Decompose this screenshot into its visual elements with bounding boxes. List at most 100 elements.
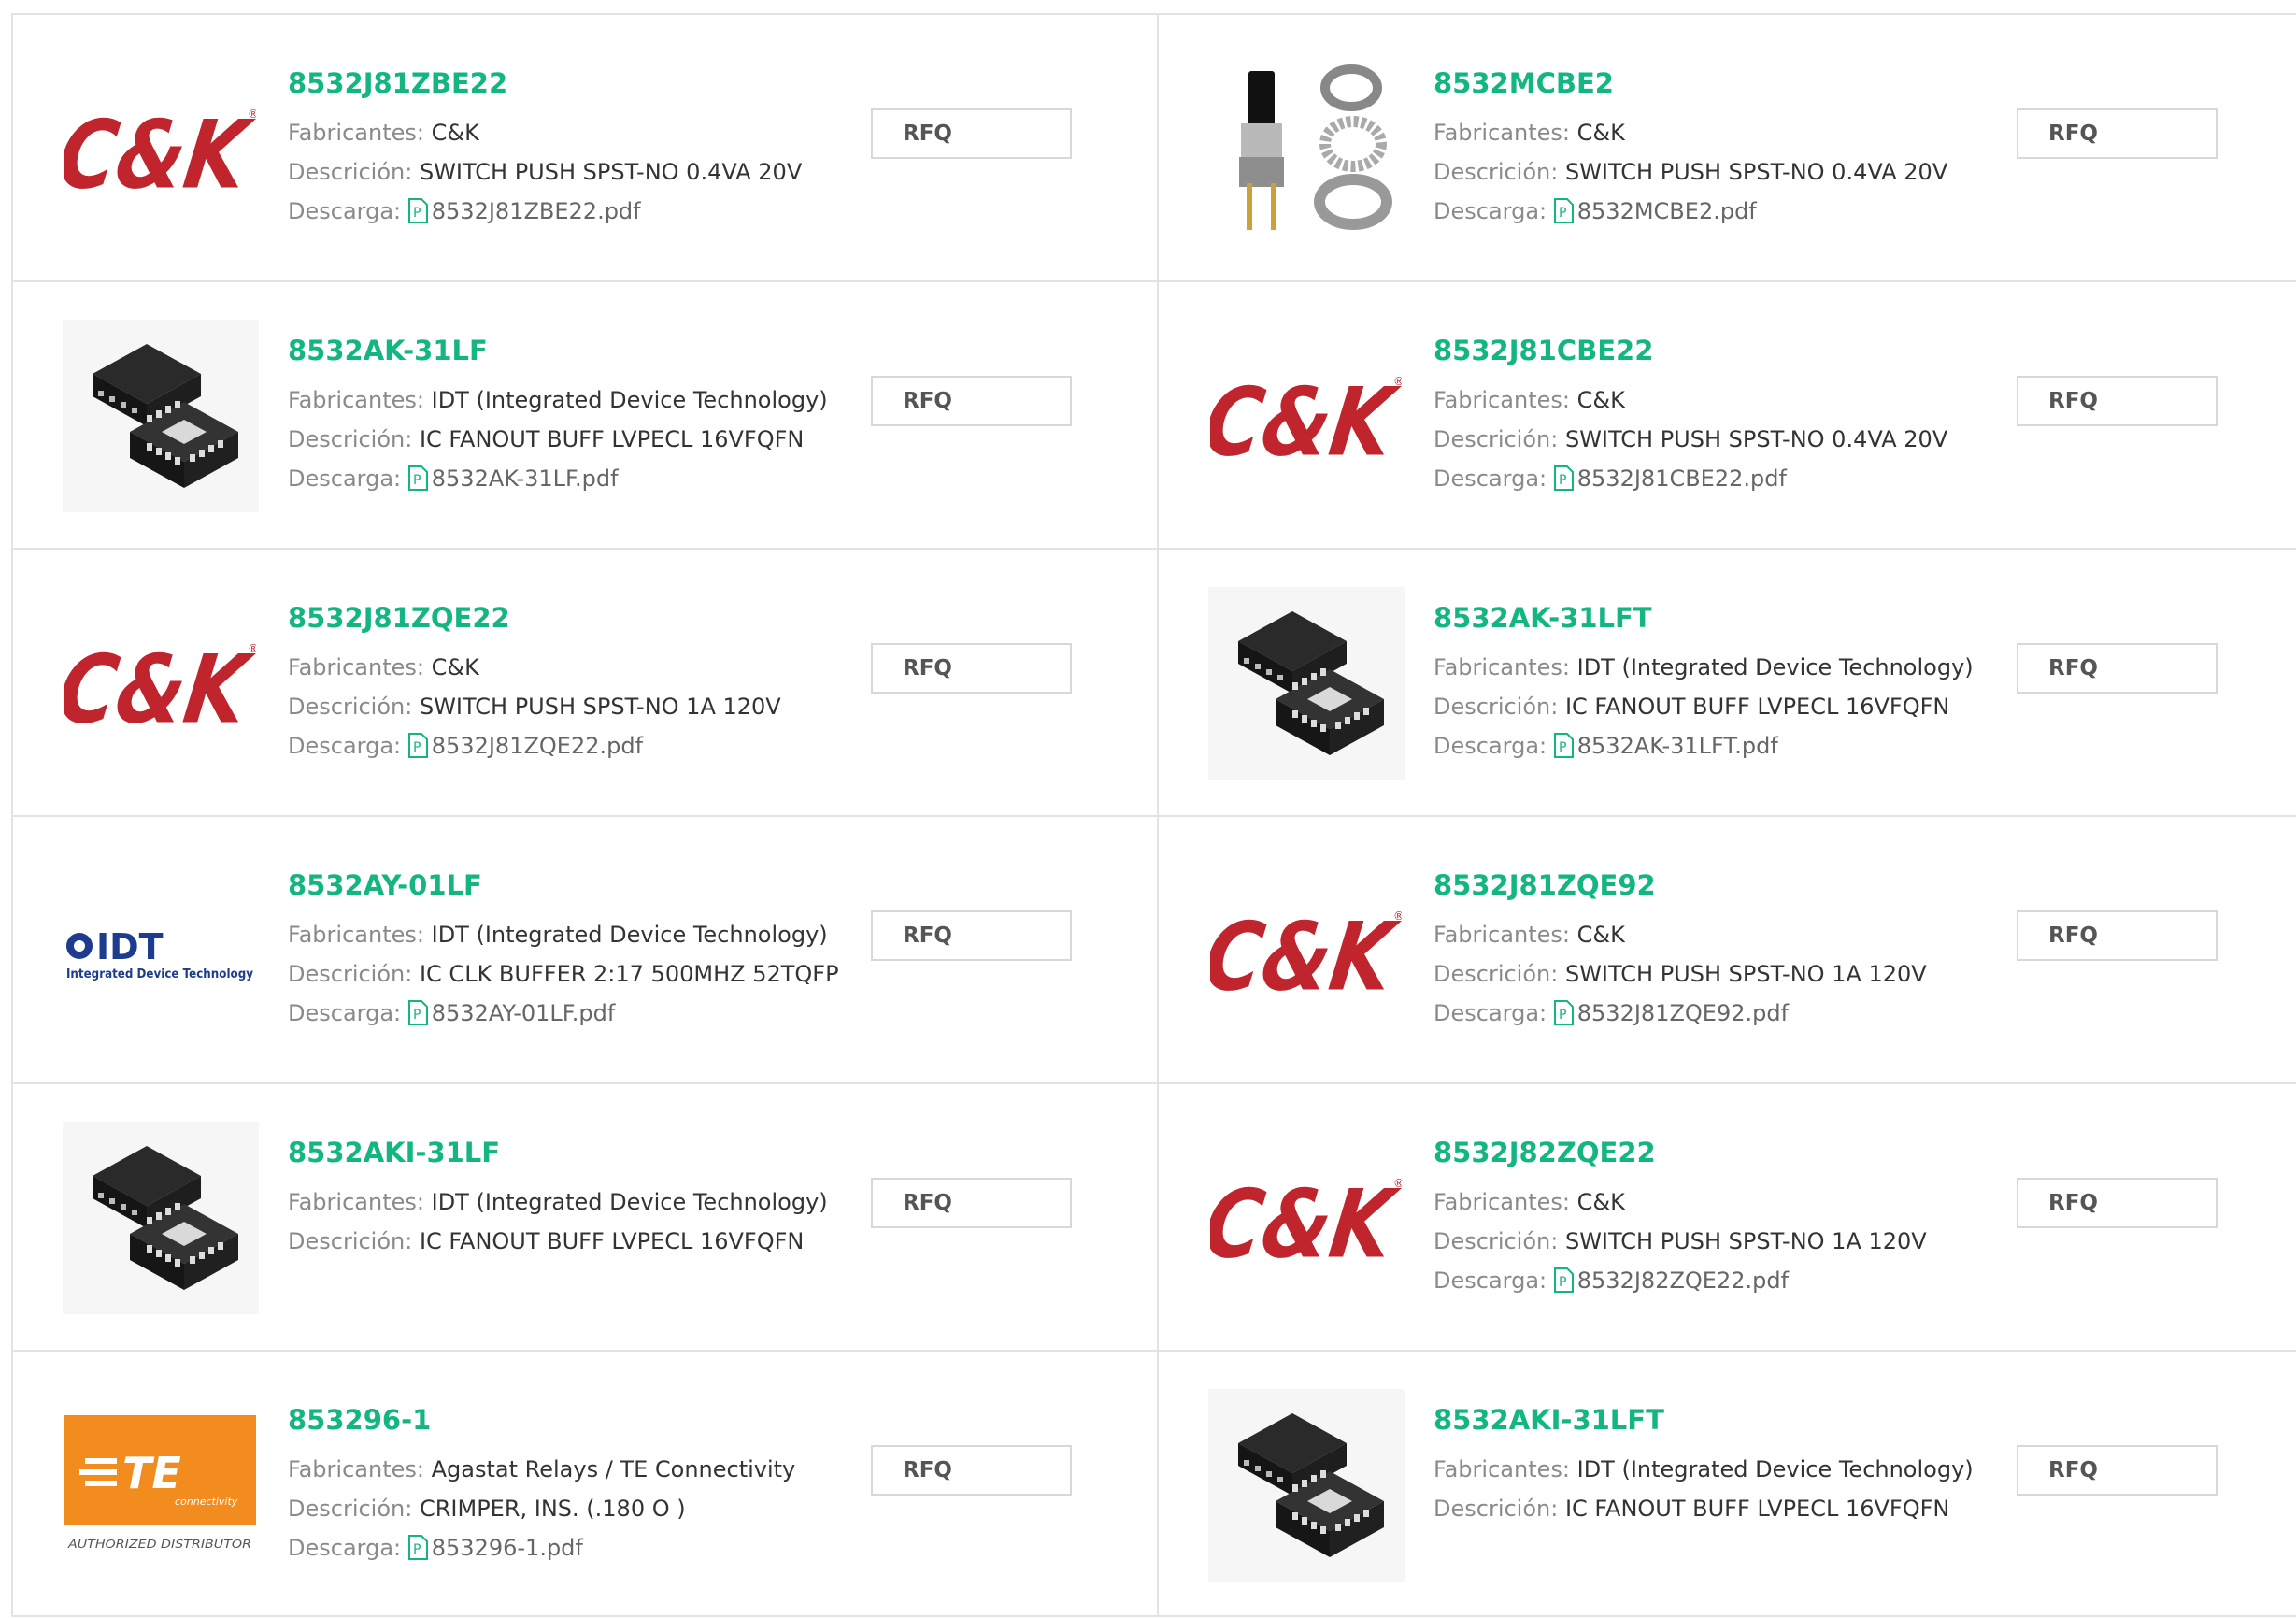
datasheet-link[interactable]: 853296-1.pdf [432, 1535, 583, 1561]
product-card: IDT Integrated Device Technology 8532AY-… [11, 815, 1157, 1082]
rfq-button[interactable]: RFQ [2017, 643, 2218, 694]
download-label: Descarga: [288, 1535, 402, 1561]
product-info: 8532AY-01LF Fabricantes: IDT (Integrated… [288, 869, 867, 1033]
part-number-link[interactable]: 8532MCBE2 [1433, 67, 2013, 99]
manufacturer-line: Fabricantes: C&K [1433, 380, 2013, 420]
description-label: Descrición: [288, 961, 413, 987]
rfq-button[interactable]: RFQ [871, 643, 1072, 694]
idt-logo-image: IDT Integrated Device Technology [66, 926, 253, 981]
ck-logo-text: C&K [1210, 902, 1402, 1002]
description-label: Descrición: [1433, 1496, 1559, 1522]
rfq-button[interactable]: RFQ [2017, 376, 2218, 426]
datasheet-link[interactable]: 8532J81ZQE22.pdf [432, 733, 643, 759]
part-number-link[interactable]: 8532AY-01LF [288, 869, 867, 901]
ck-logo-image: C&K ® [64, 635, 256, 735]
product-thumbnail[interactable]: C&K ® [1205, 320, 1406, 512]
rfq-button[interactable]: RFQ [871, 1445, 1072, 1496]
rfq-button[interactable]: RFQ [871, 108, 1072, 159]
part-number-link[interactable]: 8532AK-31LFT [1433, 602, 2013, 634]
ck-logo-image: C&K ® [1210, 902, 1402, 1002]
product-thumbnail[interactable] [60, 1122, 261, 1314]
rfq-button[interactable]: RFQ [871, 376, 1072, 426]
part-number-link[interactable]: 8532J81ZQE22 [288, 602, 867, 634]
description-label: Descrición: [1433, 694, 1559, 720]
product-card: 8532MCBE2 Fabricantes: C&K Descrición: S… [1157, 13, 2296, 280]
description-line: Descrición: IC FANOUT BUFF LVPECL 16VFQF… [1433, 1489, 2013, 1528]
description-line: Descrición: IC FANOUT BUFF LVPECL 16VFQF… [288, 1222, 867, 1261]
description-line: Descrición: SWITCH PUSH SPST-NO 1A 120V [288, 687, 867, 726]
ck-logo-image: C&K ® [64, 100, 256, 200]
datasheet-link[interactable]: 8532AK-31LFT.pdf [1577, 733, 1778, 759]
datasheet-link[interactable]: 8532J81ZQE92.pdf [1577, 1000, 1789, 1026]
description-line: Descrición: SWITCH PUSH SPST-NO 1A 120V [1433, 954, 2013, 994]
part-number-link[interactable]: 8532AKI-31LFT [1433, 1404, 2013, 1436]
rfq-button[interactable]: RFQ [2017, 910, 2218, 961]
manufacturer-value: IDT (Integrated Device Technology) [431, 1189, 828, 1215]
svg-text:P: P [1559, 1275, 1566, 1290]
product-card: 8532AKI-31LF Fabricantes: IDT (Integrate… [11, 1082, 1157, 1350]
product-thumbnail[interactable]: IDT Integrated Device Technology [60, 854, 261, 1047]
ck-logo-text: C&K [1210, 1169, 1402, 1269]
svg-text:P: P [413, 740, 421, 755]
product-thumbnail[interactable]: TE connectivity AUTHORIZED DISTRIBUTOR [60, 1389, 261, 1582]
svg-text:®: ® [1393, 909, 1402, 923]
product-thumbnail[interactable] [1205, 1389, 1406, 1582]
description-label: Descrición: [1433, 1228, 1559, 1254]
download-line: Descarga: P 8532J81ZQE92.pdf [1433, 994, 2013, 1033]
manufacturer-value: C&K [1576, 922, 1625, 948]
description-line: Descrición: IC FANOUT BUFF LVPECL 16VFQF… [1433, 687, 2013, 726]
part-number-link[interactable]: 8532AK-31LF [288, 335, 867, 366]
product-info: 853296-1 Fabricantes: Agastat Relays / T… [288, 1404, 867, 1568]
datasheet-link[interactable]: 8532AK-31LF.pdf [432, 465, 619, 492]
product-card: C&K ® 8532J81CBE22 Fabricantes: C&K Desc… [1157, 280, 2296, 548]
part-number-link[interactable]: 8532AKI-31LF [288, 1137, 867, 1168]
product-thumbnail[interactable] [1205, 52, 1406, 245]
datasheet-link[interactable]: 8532J81CBE22.pdf [1577, 465, 1787, 492]
description-line: Descrición: IC FANOUT BUFF LVPECL 16VFQF… [288, 420, 867, 459]
pdf-icon: P [407, 198, 428, 223]
ck-logo-image: C&K ® [1210, 367, 1402, 467]
rfq-button[interactable]: RFQ [2017, 1445, 2218, 1496]
part-number-link[interactable]: 8532J81ZBE22 [288, 67, 867, 99]
product-card: 8532AK-31LFT Fabricantes: IDT (Integrate… [1157, 548, 2296, 815]
manufacturer-value: IDT (Integrated Device Technology) [431, 922, 828, 948]
download-label: Descarga: [1433, 733, 1547, 759]
product-card: C&K ® 8532J81ZBE22 Fabricantes: C&K Desc… [11, 13, 1157, 280]
svg-text:P: P [413, 1542, 421, 1557]
description-label: Descrición: [288, 1228, 413, 1254]
datasheet-link[interactable]: 8532AY-01LF.pdf [432, 1000, 616, 1026]
svg-text:P: P [1559, 473, 1566, 488]
part-number-link[interactable]: 8532J81CBE22 [1433, 335, 2013, 366]
part-number-link[interactable]: 8532J81ZQE92 [1433, 869, 2013, 901]
idt-logo-text: IDT [96, 926, 164, 967]
rfq-button[interactable]: RFQ [2017, 108, 2218, 159]
ck-logo-image: C&K ® [1210, 1169, 1402, 1269]
datasheet-link[interactable]: 8532J81ZBE22.pdf [432, 198, 641, 224]
product-thumbnail[interactable] [1205, 587, 1406, 780]
manufacturer-value: C&K [431, 654, 479, 680]
manufacturer-line: Fabricantes: C&K [1433, 1182, 2013, 1222]
te-logo-image: TE connectivity AUTHORIZED DISTRIBUTOR [64, 1415, 256, 1551]
product-thumbnail[interactable]: C&K ® [60, 587, 261, 780]
product-info: 8532AKI-31LF Fabricantes: IDT (Integrate… [288, 1137, 867, 1261]
rfq-button[interactable]: RFQ [871, 1178, 1072, 1228]
product-info: 8532J81ZQE22 Fabricantes: C&K Descrición… [288, 602, 867, 766]
datasheet-link[interactable]: 8532J82ZQE22.pdf [1577, 1267, 1789, 1294]
part-number-link[interactable]: 8532J82ZQE22 [1433, 1137, 2013, 1168]
download-line: Descarga: P 8532MCBE2.pdf [1433, 192, 2013, 231]
description-value: IC FANOUT BUFF LVPECL 16VFQFN [1564, 1496, 1950, 1522]
product-info: 8532AK-31LF Fabricantes: IDT (Integrated… [288, 335, 867, 498]
description-value: CRIMPER, INS. (.180 O ) [419, 1496, 686, 1522]
svg-text:®: ® [248, 107, 256, 121]
manufacturer-value: IDT (Integrated Device Technology) [1576, 654, 1974, 680]
manufacturer-line: Fabricantes: C&K [288, 113, 867, 152]
part-number-link[interactable]: 853296-1 [288, 1404, 867, 1436]
pdf-icon: P [407, 1000, 428, 1025]
product-thumbnail[interactable] [60, 320, 261, 512]
product-thumbnail[interactable]: C&K ® [1205, 1122, 1406, 1314]
rfq-button[interactable]: RFQ [871, 910, 1072, 961]
datasheet-link[interactable]: 8532MCBE2.pdf [1577, 198, 1757, 224]
rfq-button[interactable]: RFQ [2017, 1178, 2218, 1228]
product-thumbnail[interactable]: C&K ® [1205, 854, 1406, 1047]
product-thumbnail[interactable]: C&K ® [60, 52, 261, 245]
